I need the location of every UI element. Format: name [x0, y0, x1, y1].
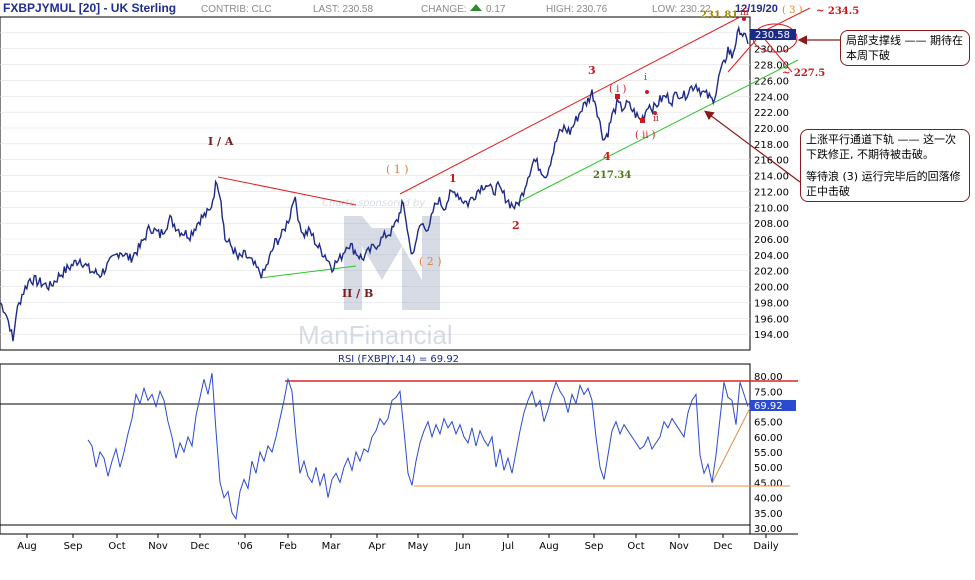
level-234-5: ~ 234.5: [816, 6, 859, 17]
price-tick-label: 198.00: [754, 298, 789, 309]
wave-label-4: 4: [603, 150, 611, 163]
rsi-title: RSI (FXBPJY,14) = 69.92: [338, 354, 459, 365]
change-label: CHANGE:: [421, 4, 467, 15]
x-tick-label: Oct: [108, 541, 125, 552]
watermark-brand: ManFinancial: [298, 320, 453, 350]
price-tick-label: 204.00: [754, 251, 789, 262]
rsi-trend-line: [711, 407, 751, 484]
triangle-lower-line: [259, 265, 357, 279]
x-axis: Aug Sep Oct Nov Dec '06 Feb Mar Apr May Jun Jul Aug S…: [17, 534, 779, 552]
watermark-sponsor: Charts sponsored by: [322, 198, 426, 209]
price-chart-svg: FXBPJYMUL [20] - UK Sterling CONTRIB: CL…: [0, 0, 859, 552]
price-tick-label: 200.00: [754, 283, 789, 294]
price-tick-label: 208.00: [754, 219, 789, 230]
rsi-tick-label: 30.00: [754, 524, 783, 535]
level-217-34: 217.34: [593, 170, 631, 181]
channel-note-text-1: 上涨平行通道下轨 —— 这一次下跌修正, 不期待被击破。: [806, 133, 956, 161]
contrib-label: CONTRIB: CLC: [201, 4, 272, 15]
x-tick-label: Sep: [585, 541, 604, 552]
x-tick-label: '06: [237, 541, 252, 552]
wave-label-iii: iii: [740, 8, 749, 18]
wave-ii-dot: [653, 111, 657, 115]
price-series-line: [0, 25, 749, 342]
x-tick-label: Jul: [501, 541, 514, 552]
wave-ii-marker: [640, 118, 645, 123]
rsi-value-text: 69.92: [754, 401, 783, 412]
x-tick-label: Aug: [17, 541, 37, 552]
wave-i-dot: [645, 90, 649, 94]
wave-label-ii-paren: ( ii ): [635, 130, 656, 141]
price-tick-label: 230.00: [754, 45, 789, 56]
x-tick-label: Apr: [368, 541, 386, 552]
x-tick-label: Mar: [322, 541, 342, 552]
price-panel: 232.00230.00228.00226.00224.00222.00220.…: [0, 16, 789, 351]
price-tick-label: 218.00: [754, 140, 789, 151]
x-tick-label: Oct: [627, 541, 644, 552]
x-tick-label: Dec: [713, 541, 732, 552]
rsi-tick-label: 60.00: [754, 433, 783, 444]
change-value: 0.17: [486, 4, 506, 15]
wave-label-2: 2: [512, 219, 520, 232]
high-label: HIGH: 230.76: [546, 4, 608, 15]
level-231-81: 231.81: [700, 10, 738, 21]
x-tick-label: Daily: [753, 541, 778, 552]
triangle-upper-line: [217, 176, 357, 206]
watermark: Charts sponsored by ManFinancial: [298, 198, 453, 350]
last-value-text: 230.58: [755, 30, 790, 41]
rsi-panel: 80.0075.0070.0065.0060.0055.0050.0045.00…: [0, 363, 783, 535]
price-tick-label: 194.00: [754, 330, 789, 341]
wave-label-3: 3: [588, 64, 596, 77]
wave-label-1: 1: [449, 172, 457, 185]
x-tick-label: Nov: [148, 541, 168, 552]
rsi-tick-label: 65.00: [754, 418, 783, 429]
price-tick-label: 224.00: [754, 92, 789, 103]
wave-label-II-B: II / B: [342, 287, 373, 300]
level-227-5: ~ 227.5: [782, 68, 825, 79]
rsi-tick-label: 50.00: [754, 463, 783, 474]
wave-label-3-paren: ( 3 ): [782, 5, 803, 16]
wave-label-i: i: [644, 73, 647, 83]
symbol-title: FXBPJYMUL [20] - UK Sterling: [3, 1, 176, 15]
price-tick-label: 210.00: [754, 203, 789, 214]
price-tick-label: 212.00: [754, 187, 789, 198]
x-tick-label: Feb: [279, 541, 297, 552]
wave-label-I-A: I / A: [208, 135, 234, 148]
x-tick-label: Jun: [454, 541, 471, 552]
rsi-tick-label: 55.00: [754, 448, 783, 459]
wave-label-1-paren: ( 1 ): [386, 163, 409, 176]
rsi-tick-label: 40.00: [754, 494, 783, 505]
rsi-y-axis: 80.0075.0070.0065.0060.0055.0050.0045.00…: [754, 372, 783, 535]
rsi-tick-label: 75.00: [754, 387, 783, 398]
price-tick-label: 206.00: [754, 235, 789, 246]
wave-iii-dot: [742, 17, 746, 21]
rsi-tick-label: 35.00: [754, 509, 783, 520]
x-tick-label: Nov: [669, 541, 689, 552]
support-note-text: 局部支撑线 —— 期待在本周下破: [846, 34, 963, 62]
x-tick-label: May: [408, 541, 429, 552]
channel-note-text-2: 等待浪 (3) 运行完毕后的回落修正中击破: [806, 170, 961, 198]
last-label: LAST: 230.58: [313, 4, 373, 15]
price-tick-label: 202.00: [754, 267, 789, 278]
wave-label-ii: ii: [653, 114, 659, 124]
support-note-box: 局部支撑线 —— 期待在本周下破: [840, 30, 970, 66]
price-tick-label: 196.00: [754, 314, 789, 325]
price-tick-label: 214.00: [754, 172, 789, 183]
x-tick-label: Dec: [190, 541, 209, 552]
rsi-tick-label: 45.00: [754, 478, 783, 489]
price-tick-label: 220.00: [754, 124, 789, 135]
x-tick-label: Aug: [539, 541, 559, 552]
wave-label-2-paren: ( 2 ): [419, 255, 442, 268]
x-tick-label: Sep: [64, 541, 83, 552]
channel-upper-line: [399, 16, 741, 195]
channel-note-box: 上涨平行通道下轨 —— 这一次下跌修正, 不期待被击破。 等待浪 (3) 运行完…: [800, 129, 970, 202]
wave-label-i-paren: ( i ): [609, 84, 626, 95]
price-tick-label: 222.00: [754, 108, 789, 119]
rsi-series-line: [87, 373, 749, 521]
wave-i-marker: [615, 94, 620, 99]
price-grid: [0, 32, 750, 335]
